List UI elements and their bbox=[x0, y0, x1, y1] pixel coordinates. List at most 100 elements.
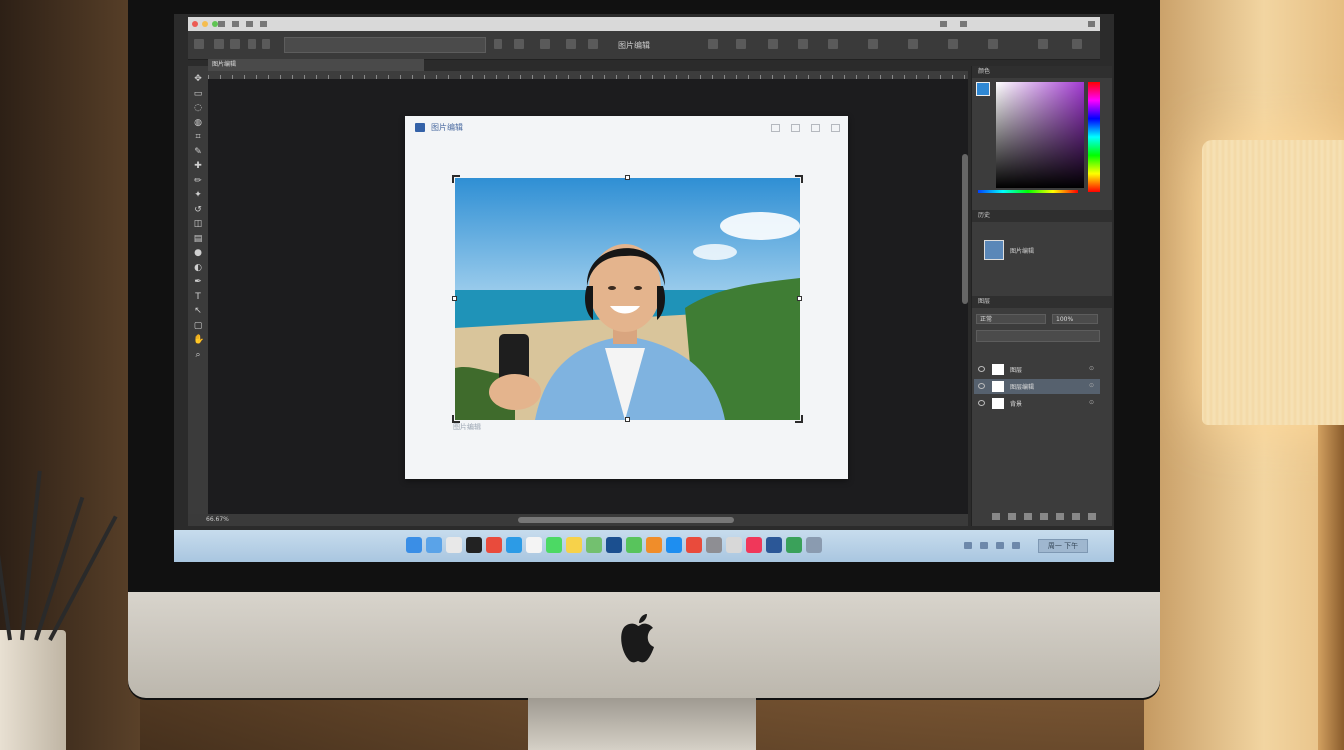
option-button[interactable] bbox=[262, 39, 270, 49]
input-icon[interactable] bbox=[1012, 542, 1020, 549]
zoom-tool-icon[interactable]: ⌕ bbox=[193, 350, 203, 360]
trash-icon[interactable] bbox=[1088, 513, 1096, 520]
word-icon[interactable] bbox=[766, 537, 782, 553]
launchpad-icon[interactable] bbox=[726, 537, 742, 553]
option-field[interactable] bbox=[284, 37, 486, 53]
music-icon[interactable] bbox=[746, 537, 762, 553]
layer-options-icon[interactable]: ⊙ bbox=[1089, 365, 1094, 372]
layer-options-icon[interactable]: ⊙ bbox=[1089, 399, 1094, 406]
new-layer-icon[interactable] bbox=[1072, 513, 1080, 520]
option-button[interactable] bbox=[230, 39, 240, 49]
option-button[interactable] bbox=[736, 39, 746, 49]
layer-options-icon[interactable]: ⊙ bbox=[1089, 382, 1094, 389]
foreground-color-swatch[interactable] bbox=[976, 82, 990, 96]
menu-icon[interactable] bbox=[218, 21, 225, 27]
color-picker-field[interactable] bbox=[996, 82, 1084, 188]
photoshop-icon[interactable] bbox=[606, 537, 622, 553]
option-button[interactable] bbox=[588, 39, 598, 49]
option-button[interactable] bbox=[1038, 39, 1048, 49]
opacity-field[interactable]: 100% bbox=[1052, 314, 1098, 324]
notes-icon[interactable] bbox=[566, 537, 582, 553]
crop-corner-handle[interactable] bbox=[795, 175, 803, 183]
eyedropper-tool-icon[interactable]: ✎ bbox=[193, 147, 203, 157]
option-button[interactable] bbox=[214, 39, 224, 49]
chrome-icon[interactable] bbox=[686, 537, 702, 553]
chrome-icon[interactable] bbox=[486, 537, 502, 553]
eye-icon[interactable] bbox=[978, 366, 985, 372]
crop-tool-icon[interactable]: ⌗ bbox=[193, 132, 203, 142]
option-button[interactable] bbox=[798, 39, 808, 49]
transform-handle[interactable] bbox=[625, 417, 630, 422]
eye-icon[interactable] bbox=[978, 383, 985, 389]
eye-icon[interactable] bbox=[978, 400, 985, 406]
zoom-level[interactable]: 66.67% bbox=[206, 516, 229, 523]
healing-tool-icon[interactable]: ✚ bbox=[193, 161, 203, 171]
fx-icon[interactable] bbox=[1008, 513, 1016, 520]
option-button[interactable] bbox=[514, 39, 524, 49]
option-button[interactable] bbox=[494, 39, 502, 49]
menu-icon[interactable] bbox=[232, 21, 239, 27]
safari-icon[interactable] bbox=[506, 537, 522, 553]
option-button[interactable] bbox=[540, 39, 550, 49]
wifi-icon[interactable] bbox=[964, 542, 972, 549]
lasso-tool-icon[interactable]: ◌ bbox=[193, 103, 203, 113]
layer-row[interactable]: 图层 ⊙ bbox=[974, 362, 1100, 377]
history-panel-header[interactable]: 历史 bbox=[972, 210, 1112, 222]
transform-handle[interactable] bbox=[797, 296, 802, 301]
shape-tool-icon[interactable]: ▢ bbox=[193, 321, 203, 331]
mask-icon[interactable] bbox=[1024, 513, 1032, 520]
history-item-label[interactable]: 图片编辑 bbox=[1010, 246, 1034, 255]
layer-row[interactable]: 图层编辑 ⊙ bbox=[974, 379, 1100, 394]
hand-tool-icon[interactable]: ✋ bbox=[193, 335, 204, 345]
option-button[interactable] bbox=[566, 39, 576, 49]
messages-icon[interactable] bbox=[546, 537, 562, 553]
type-tool-icon[interactable]: T bbox=[193, 292, 203, 302]
transform-handle[interactable] bbox=[625, 175, 630, 180]
quick-select-tool-icon[interactable]: ◍ bbox=[193, 118, 203, 128]
blur-tool-icon[interactable]: ● bbox=[193, 248, 203, 258]
pen-tool-icon[interactable]: ✒ bbox=[193, 277, 203, 287]
eraser-tool-icon[interactable]: ◫ bbox=[193, 219, 203, 229]
lock-options[interactable] bbox=[976, 330, 1100, 342]
option-button[interactable] bbox=[248, 39, 256, 49]
clock[interactable]: 周一 下午 bbox=[1038, 539, 1088, 553]
horizontal-scrollbar[interactable] bbox=[518, 517, 734, 523]
color-panel-header[interactable]: 颜色 bbox=[972, 66, 1112, 78]
menu-icon[interactable] bbox=[260, 21, 267, 27]
volume-icon[interactable] bbox=[980, 542, 988, 549]
option-button[interactable] bbox=[868, 39, 878, 49]
brush-tool-icon[interactable]: ✏ bbox=[193, 176, 203, 186]
trash-icon[interactable] bbox=[806, 537, 822, 553]
calendar-icon[interactable] bbox=[526, 537, 542, 553]
stamp-tool-icon[interactable]: ✦ bbox=[193, 190, 203, 200]
tab-document[interactable]: 图片编辑 bbox=[208, 59, 424, 71]
tool-preset-button[interactable] bbox=[194, 39, 204, 49]
path-select-icon[interactable]: ↖ bbox=[193, 306, 203, 316]
layers-panel-header[interactable]: 图层 bbox=[972, 296, 1112, 308]
group-icon[interactable] bbox=[1056, 513, 1064, 520]
maps-icon[interactable] bbox=[586, 537, 602, 553]
layer-row[interactable]: 背景 ⊙ bbox=[974, 396, 1100, 411]
restore-icon[interactable] bbox=[791, 124, 800, 132]
vertical-scrollbar[interactable] bbox=[962, 154, 968, 304]
books-icon[interactable] bbox=[646, 537, 662, 553]
history-brush-icon[interactable]: ↺ bbox=[193, 205, 203, 215]
minimize-icon[interactable] bbox=[771, 124, 780, 132]
option-button[interactable] bbox=[828, 39, 838, 49]
crop-corner-handle[interactable] bbox=[452, 175, 460, 183]
system-prefs-icon[interactable] bbox=[706, 537, 722, 553]
close-window-button[interactable] bbox=[192, 21, 198, 27]
option-button[interactable] bbox=[908, 39, 918, 49]
photo[interactable] bbox=[455, 178, 800, 420]
appstore-icon[interactable] bbox=[666, 537, 682, 553]
hue-slider[interactable] bbox=[1088, 82, 1100, 192]
option-button[interactable] bbox=[768, 39, 778, 49]
option-button[interactable] bbox=[708, 39, 718, 49]
numbers-icon[interactable] bbox=[786, 537, 802, 553]
document-window[interactable]: 图片编辑 图片编辑 bbox=[405, 116, 848, 479]
terminal-icon[interactable] bbox=[466, 537, 482, 553]
history-snapshot-thumb[interactable] bbox=[984, 240, 1004, 260]
minimize-window-button[interactable] bbox=[202, 21, 208, 27]
adjustment-icon[interactable] bbox=[1040, 513, 1048, 520]
facetime-icon[interactable] bbox=[626, 537, 642, 553]
